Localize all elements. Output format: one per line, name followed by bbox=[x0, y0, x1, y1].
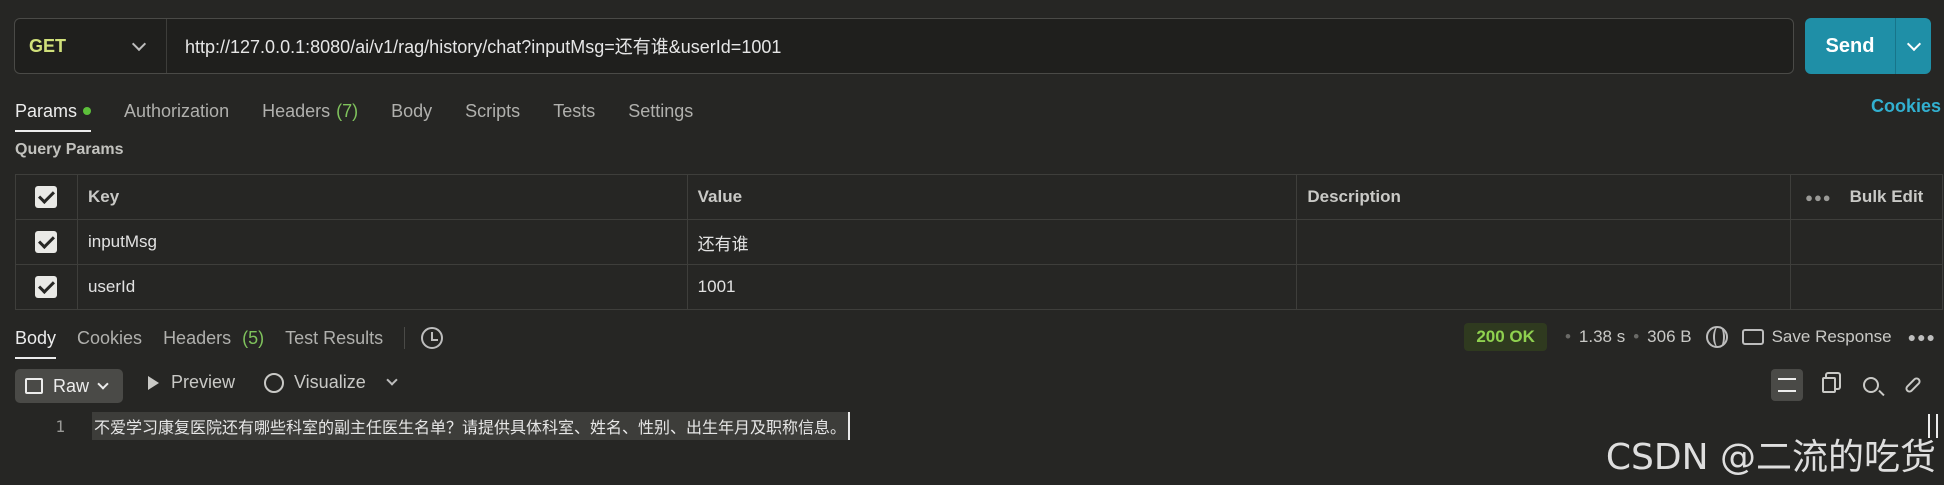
send-options-button[interactable] bbox=[1895, 18, 1931, 74]
param-key[interactable]: inputMsg bbox=[78, 220, 688, 264]
history-icon[interactable] bbox=[421, 327, 444, 349]
row-checkbox[interactable] bbox=[35, 276, 58, 298]
row-checkbox[interactable] bbox=[35, 231, 58, 253]
wrap-lines-button[interactable] bbox=[1771, 369, 1803, 401]
send-group: Send bbox=[1805, 18, 1931, 74]
format-label: Raw bbox=[53, 375, 90, 396]
more-options-icon[interactable]: ●●● bbox=[1805, 190, 1832, 205]
link-icon bbox=[1903, 375, 1923, 395]
link-button[interactable] bbox=[1897, 369, 1929, 401]
table-row: inputMsg 还有谁 bbox=[16, 220, 1944, 265]
search-button[interactable] bbox=[1855, 369, 1887, 401]
wrap-lines-icon bbox=[1778, 378, 1796, 392]
divider bbox=[404, 327, 406, 349]
tab-label: Scripts bbox=[465, 100, 521, 121]
tab-headers[interactable]: Headers (7) bbox=[262, 94, 358, 128]
response-meta: 200 OK • 1.38 s • 306 B Save Response ●●… bbox=[1464, 322, 1936, 352]
more-options-icon[interactable]: ●●● bbox=[1908, 329, 1936, 345]
method-label: GET bbox=[29, 35, 67, 56]
table-header-row: Key Value Description ●●● Bulk Edit bbox=[16, 175, 1944, 220]
param-description[interactable] bbox=[1297, 265, 1792, 309]
tab-label: Authorization bbox=[124, 100, 230, 121]
tab-authorization[interactable]: Authorization bbox=[124, 94, 229, 128]
send-button[interactable]: Send bbox=[1805, 18, 1895, 74]
line-number: 1 bbox=[55, 416, 65, 436]
tab-count: (5) bbox=[242, 327, 265, 348]
tab-scripts[interactable]: Scripts bbox=[465, 94, 520, 128]
chevron-down-icon bbox=[131, 36, 147, 51]
bulk-edit-button[interactable]: Bulk Edit bbox=[1850, 187, 1924, 207]
cookies-link[interactable]: Cookies bbox=[1871, 96, 1941, 117]
tab-label: Body bbox=[391, 100, 433, 121]
params-active-dot bbox=[83, 107, 92, 115]
key-header: Key bbox=[78, 175, 688, 219]
visualize-label: Visualize bbox=[294, 372, 366, 392]
row-check-cell bbox=[16, 220, 78, 264]
preview-button[interactable]: Preview bbox=[148, 372, 235, 393]
param-description[interactable] bbox=[1297, 220, 1792, 264]
row-actions-cell bbox=[1791, 265, 1944, 309]
format-select[interactable]: Raw bbox=[15, 369, 123, 403]
visualize-icon bbox=[264, 372, 284, 393]
tab-response-body[interactable]: Body bbox=[15, 328, 57, 359]
tab-label: Tests bbox=[553, 100, 596, 121]
separator-dot: • bbox=[1633, 327, 1640, 346]
value-header: Value bbox=[688, 175, 1298, 219]
row-actions-cell bbox=[1791, 220, 1944, 264]
tab-count: (7) bbox=[336, 100, 359, 121]
preview-label: Preview bbox=[171, 372, 236, 392]
response-tabs: Body Cookies Headers (5) Test Results bbox=[15, 323, 444, 359]
table-row: userId 1001 bbox=[16, 265, 1944, 310]
response-body-text[interactable]: 不爱学习康复医院还有哪些科室的副主任医生名单？请提供具体科室、姓名、性别、出生年… bbox=[92, 412, 851, 440]
select-all-cell bbox=[16, 175, 78, 219]
play-icon bbox=[148, 375, 159, 390]
chevron-down-icon bbox=[97, 377, 109, 390]
url-box: GET http://127.0.0.1:8080/ai/v1/rag/hist… bbox=[14, 18, 1794, 74]
response-tools bbox=[1761, 369, 1929, 401]
tab-params[interactable]: Params bbox=[15, 94, 92, 132]
tab-response-headers[interactable]: Headers (5) bbox=[163, 328, 264, 349]
tab-label: Headers bbox=[163, 327, 232, 348]
response-time[interactable]: 1.38 s bbox=[1579, 327, 1625, 347]
param-key[interactable]: userId bbox=[78, 265, 688, 309]
param-value[interactable]: 1001 bbox=[688, 265, 1298, 309]
tab-response-cookies[interactable]: Cookies bbox=[77, 328, 142, 349]
tab-label: Params bbox=[15, 100, 78, 121]
bulk-edit-cell: ●●● Bulk Edit bbox=[1791, 175, 1944, 219]
query-params-title: Query Params bbox=[15, 141, 124, 158]
globe-icon[interactable] bbox=[1705, 326, 1728, 348]
tab-label: Headers bbox=[262, 100, 331, 121]
status-badge[interactable]: 200 OK bbox=[1464, 323, 1547, 351]
params-table: Key Value Description ●●● Bulk Edit inpu… bbox=[15, 174, 1944, 310]
tab-test-results[interactable]: Test Results bbox=[285, 328, 383, 349]
copy-button[interactable] bbox=[1813, 369, 1845, 401]
tab-tests[interactable]: Tests bbox=[553, 94, 595, 128]
raw-format-icon bbox=[25, 378, 43, 394]
tab-label: Settings bbox=[628, 100, 694, 121]
method-select[interactable]: GET bbox=[15, 19, 167, 73]
search-icon bbox=[1863, 377, 1879, 393]
request-bar: GET http://127.0.0.1:8080/ai/v1/rag/hist… bbox=[14, 18, 1931, 74]
tab-settings[interactable]: Settings bbox=[628, 94, 693, 128]
param-value[interactable]: 还有谁 bbox=[688, 220, 1298, 264]
chevron-down-icon[interactable] bbox=[386, 374, 398, 386]
response-size[interactable]: 306 B bbox=[1647, 327, 1691, 347]
watermark: CSDN @二流的吃货 bbox=[1605, 437, 1936, 478]
chevron-down-icon bbox=[1906, 36, 1921, 51]
save-response-icon bbox=[1741, 329, 1764, 345]
save-response-button[interactable]: Save Response bbox=[1772, 327, 1892, 347]
separator-dot: • bbox=[1564, 327, 1571, 346]
visualize-button[interactable]: Visualize bbox=[264, 372, 398, 393]
row-check-cell bbox=[16, 265, 78, 309]
select-all-checkbox[interactable] bbox=[35, 186, 58, 208]
tab-body[interactable]: Body bbox=[391, 94, 432, 128]
url-input[interactable]: http://127.0.0.1:8080/ai/v1/rag/history/… bbox=[167, 33, 781, 59]
copy-icon bbox=[1822, 377, 1836, 393]
request-tabs: Params Authorization Headers (7) Body Sc… bbox=[15, 94, 726, 132]
description-header: Description bbox=[1297, 175, 1792, 219]
